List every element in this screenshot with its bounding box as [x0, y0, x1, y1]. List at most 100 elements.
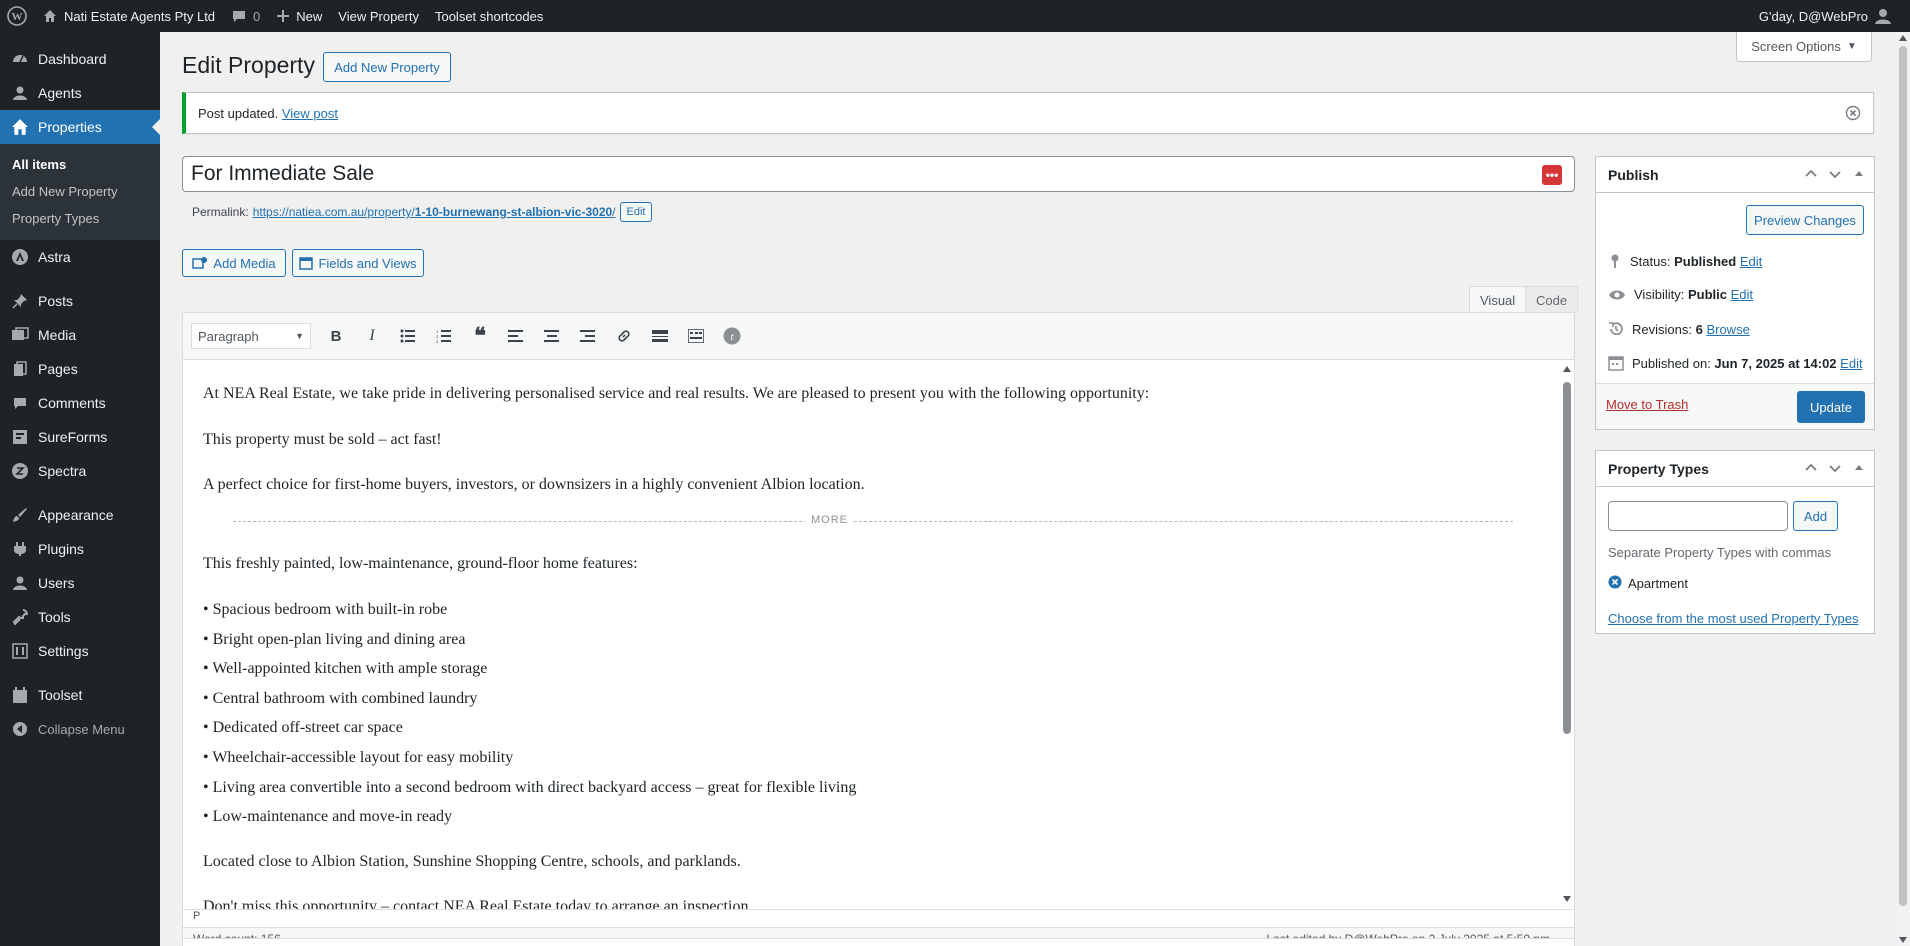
align-right-icon[interactable] [577, 325, 599, 347]
view-post-link[interactable]: View post [282, 106, 338, 121]
collapse-menu-button[interactable]: Collapse Menu [0, 712, 160, 746]
svg-text:3: 3 [436, 339, 439, 343]
sidebar-item-properties[interactable]: Properties [0, 110, 160, 144]
visibility-value: Public [1687, 287, 1727, 302]
sidebar-item-users[interactable]: Users [0, 566, 160, 600]
publish-box-header: Publish [1596, 157, 1874, 193]
numbered-list-icon[interactable]: 123 [433, 325, 455, 347]
permalink-link[interactable]: https://natiea.com.au/property/1-10-burn… [253, 205, 616, 219]
caret-down-icon: ▼ [1846, 41, 1857, 52]
editor-content[interactable]: At NEA Real Estate, we take pride in del… [183, 361, 1558, 909]
visibility-row: Visibility: Public Edit [1608, 287, 1753, 302]
sidebar-item-pages[interactable]: Pages [0, 352, 160, 386]
move-up-icon[interactable] [1804, 167, 1818, 184]
post-updated-notice: Post updated. View post [182, 92, 1874, 134]
calendar-icon [299, 257, 314, 270]
add-media-button[interactable]: Add Media [182, 249, 286, 277]
view-property-link[interactable]: View Property [330, 0, 427, 32]
tab-visual[interactable]: Visual [1469, 286, 1527, 313]
ellipsis-menu-icon[interactable]: ••• [1542, 165, 1562, 185]
wordpress-logo-icon[interactable]: W [0, 0, 34, 32]
sidebar-item-label: SureForms [38, 429, 108, 445]
bulleted-list-icon[interactable] [397, 325, 419, 347]
add-media-label: Add Media [213, 255, 276, 271]
update-button[interactable]: Update [1797, 391, 1865, 423]
submenu-add-new-property[interactable]: Add New Property [0, 178, 160, 205]
remove-tag-icon[interactable] [1608, 575, 1622, 592]
editor-scrollbar[interactable] [1561, 364, 1573, 904]
wrench-icon [10, 607, 30, 627]
permalink-edit-button[interactable]: Edit [619, 202, 653, 222]
comments-link[interactable]: 0 [223, 0, 268, 32]
sidebar-item-label: Pages [38, 361, 78, 377]
edit-date-link[interactable]: Edit [1840, 356, 1862, 371]
sidebar-item-comments[interactable]: Comments [0, 386, 160, 420]
property-types-hint: Separate Property Types with commas [1608, 545, 1832, 560]
notice-text: Post updated. [198, 105, 279, 121]
toolbar-toggle-icon[interactable] [685, 325, 707, 347]
add-new-property-button[interactable]: Add New Property [323, 52, 451, 82]
preview-changes-button[interactable]: Preview Changes [1746, 205, 1864, 235]
edit-visibility-link[interactable]: Edit [1731, 287, 1753, 302]
submenu-property-types[interactable]: Property Types [0, 205, 160, 232]
move-down-icon[interactable] [1828, 167, 1842, 184]
format-select-value: Paragraph [198, 328, 259, 344]
sidebar-item-settings[interactable]: Settings [0, 634, 160, 668]
my-account-link[interactable]: G'day, D@WebPro [1751, 0, 1900, 32]
screen-options-button[interactable]: Screen Options ▼ [1736, 32, 1872, 62]
toggle-panel-icon[interactable] [1852, 167, 1866, 184]
toolset-shortcode-icon[interactable]: t [721, 325, 743, 347]
tab-code[interactable]: Code [1525, 286, 1579, 313]
sidebar-item-media[interactable]: Media [0, 318, 160, 352]
plus-icon [277, 10, 290, 22]
sidebar-item-tools[interactable]: Tools [0, 600, 160, 634]
property-types-title: Property Types [1608, 460, 1709, 477]
submenu-all-items[interactable]: All items [0, 151, 160, 178]
sidebar-item-label: Media [38, 327, 77, 343]
sidebar-item-label: Collapse Menu [38, 721, 125, 737]
toolset-shortcodes-link[interactable]: Toolset shortcodes [427, 0, 551, 32]
status-value: Published [1674, 253, 1737, 269]
align-left-icon[interactable] [505, 325, 527, 347]
astra-icon [10, 247, 30, 267]
link-icon[interactable] [613, 325, 635, 347]
page-scrollbar[interactable] [1896, 32, 1910, 946]
fields-and-views-button[interactable]: Fields and Views [292, 249, 424, 277]
site-name-link[interactable]: Nati Estate Agents Pty Ltd [34, 0, 223, 32]
read-more-icon[interactable] [649, 325, 671, 347]
pin-icon [10, 291, 30, 311]
status-label: Status: [1630, 253, 1671, 269]
post-title-value: For Immediate Sale [191, 162, 375, 185]
dismiss-notice-icon[interactable] [1845, 105, 1861, 121]
sidebar-item-astra[interactable]: Astra [0, 240, 160, 274]
move-down-icon[interactable] [1828, 461, 1842, 478]
toggle-panel-icon[interactable] [1852, 461, 1866, 478]
property-type-input[interactable] [1608, 501, 1788, 531]
sidebar-item-label: Appearance [38, 507, 114, 523]
sidebar-item-spectra[interactable]: Spectra [0, 454, 160, 488]
sidebar-item-appearance[interactable]: Appearance [0, 498, 160, 532]
blockquote-icon[interactable]: ❝ [469, 323, 491, 348]
edit-status-link[interactable]: Edit [1740, 254, 1762, 269]
sidebar-item-agents[interactable]: Agents [0, 76, 160, 110]
site-name: Nati Estate Agents Pty Ltd [64, 8, 216, 24]
align-center-icon[interactable] [541, 325, 563, 347]
most-used-property-types-link[interactable]: Choose from the most used Property Types [1608, 611, 1859, 626]
post-title-input[interactable]: For Immediate Sale ••• [182, 156, 1575, 192]
brush-icon [10, 505, 30, 525]
format-select[interactable]: Paragraph ▼ [191, 323, 311, 349]
move-up-icon[interactable] [1804, 461, 1818, 478]
sidebar-item-toolset[interactable]: Toolset [0, 678, 160, 712]
sidebar-item-posts[interactable]: Posts [0, 284, 160, 318]
tag-label: Apartment [1628, 576, 1688, 591]
browse-revisions-link[interactable]: Browse [1706, 322, 1749, 337]
sidebar-item-sureforms[interactable]: SureForms [0, 420, 160, 454]
new-label: New [296, 8, 323, 24]
sidebar-item-dashboard[interactable]: Dashboard [0, 42, 160, 76]
bold-icon[interactable]: B [325, 325, 347, 347]
add-property-type-button[interactable]: Add [1793, 501, 1838, 531]
italic-icon[interactable]: I [361, 325, 383, 347]
new-content-link[interactable]: New [268, 0, 330, 32]
move-to-trash-link[interactable]: Move to Trash [1606, 397, 1688, 412]
sidebar-item-plugins[interactable]: Plugins [0, 532, 160, 566]
